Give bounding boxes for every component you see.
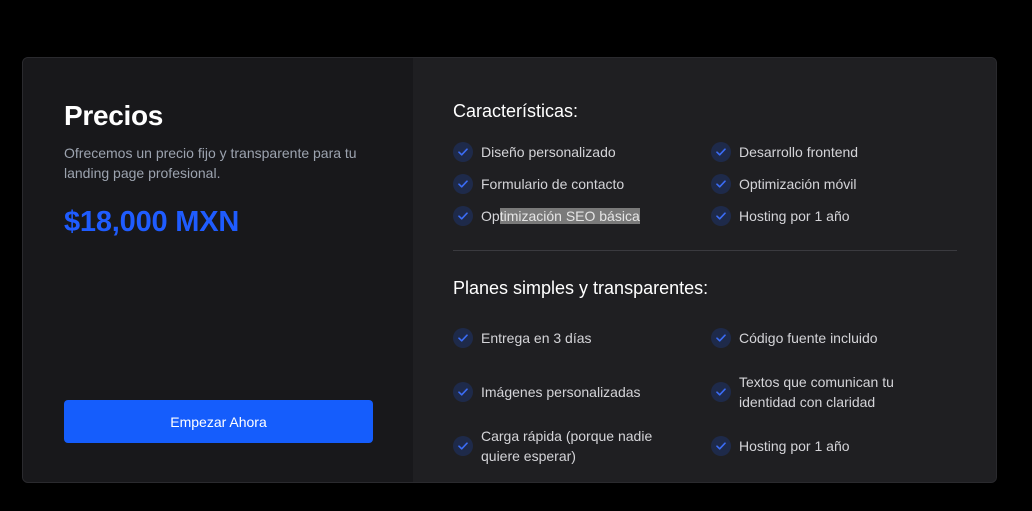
feature-label: Formulario de contacto [481,176,625,192]
feature-label-selected: Optimización SEO básica [481,206,640,226]
list-item: Código fuente incluido [711,318,969,358]
list-item: Formulario de contacto [453,174,711,194]
plan-label: Hosting por 1 año [739,438,850,454]
check-circle-icon [453,174,473,194]
list-item: Textos que comunican tu identidad con cl… [711,372,969,412]
start-now-button[interactable]: Empezar Ahora [64,400,373,443]
plans-title: Planes simples y transparentes: [453,278,709,298]
check-circle-icon [711,382,731,402]
check-circle-icon [453,436,473,456]
list-item: Desarrollo frontend [711,142,969,162]
check-circle-icon [711,328,731,348]
list-item: Imágenes personalizadas [453,372,711,412]
check-circle-icon [711,206,731,226]
list-item: Entrega en 3 días [453,318,711,358]
check-circle-icon [453,142,473,162]
check-circle-icon [711,142,731,162]
pricing-summary-panel: Precios Ofrecemos un precio fijo y trans… [23,58,413,482]
list-item: Diseño personalizado [453,142,711,162]
section-divider [453,250,957,251]
feature-label: Optimización móvil [739,176,857,192]
plan-label: Carga rápida (porque nadie quiere espera… [481,428,653,464]
features-list: Diseño personalizado Desarrollo frontend… [453,142,973,226]
features-title: Características: [453,101,579,121]
list-item: Hosting por 1 año [711,206,969,226]
check-circle-icon [453,382,473,402]
plans-list: Entrega en 3 días Código fuente incluido… [453,318,973,466]
feature-label: Desarrollo frontend [739,144,859,160]
check-circle-icon [711,174,731,194]
plan-label: Código fuente incluido [739,330,878,346]
plan-label: Textos que comunican tu identidad con cl… [739,374,894,410]
list-item: Carga rápida (porque nadie quiere espera… [453,426,711,466]
pricing-details-panel: Características: Diseño personalizado De… [413,58,996,482]
feature-label: Hosting por 1 año [739,208,850,224]
pricing-card: Precios Ofrecemos un precio fijo y trans… [22,57,997,483]
plan-label: Imágenes personalizadas [481,384,641,400]
list-item: Optimización móvil [711,174,969,194]
list-item: Optimización SEO básica [453,206,711,226]
pricing-title: Precios [64,100,164,131]
pricing-description: Ofrecemos un precio fijo y transparente … [64,145,357,181]
feature-label: Diseño personalizado [481,144,616,160]
check-circle-icon [453,328,473,348]
check-circle-icon [453,206,473,226]
feature-label-prefix: Op [481,208,500,224]
text-selection-highlight: timización SEO básica [499,208,640,224]
check-circle-icon [711,436,731,456]
plan-label: Entrega en 3 días [481,330,592,346]
list-item: Hosting por 1 año [711,426,969,466]
price-amount: $18,000 MXN [64,206,240,238]
